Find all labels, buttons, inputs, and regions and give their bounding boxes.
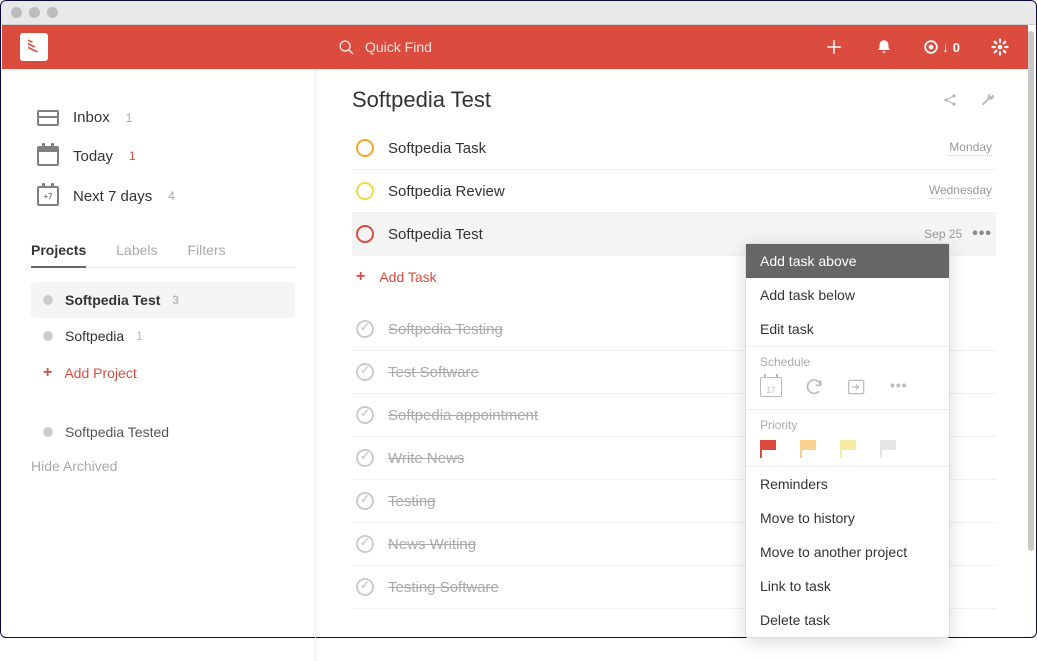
priority-1-flag[interactable]	[760, 440, 778, 454]
project-list: Softpedia Test 3 Softpedia 1 + Add Proje…	[31, 282, 295, 392]
task-checkbox[interactable]	[356, 182, 374, 200]
menu-move-project[interactable]: Move to another project	[746, 535, 949, 569]
calendar-7-icon: +7	[37, 186, 59, 206]
search-box[interactable]: Quick Find	[338, 39, 432, 56]
menu-delete-task[interactable]: Delete task	[746, 603, 949, 637]
task-checkbox[interactable]	[356, 535, 374, 553]
menu-schedule-label: Schedule	[746, 347, 949, 373]
task-row[interactable]: Softpedia Review Wednesday	[352, 170, 996, 213]
filter-label: Next 7 days	[73, 188, 152, 205]
gear-icon	[991, 38, 1009, 56]
task-checkbox[interactable]	[356, 225, 374, 243]
task-title[interactable]: Softpedia Task	[388, 140, 949, 157]
task-checkbox[interactable]	[356, 492, 374, 510]
inbox-icon	[37, 110, 59, 126]
window-minimize-dot[interactable]	[29, 7, 40, 18]
quick-add-button[interactable]	[824, 37, 844, 57]
scrollbar[interactable]	[1028, 31, 1034, 617]
menu-move-history[interactable]: Move to history	[746, 501, 949, 535]
filter-inbox[interactable]: Inbox 1	[31, 99, 295, 136]
filter-count: 1	[129, 149, 136, 163]
bell-icon	[875, 38, 893, 56]
project-settings-button[interactable]	[980, 92, 996, 108]
schedule-date-button[interactable]: 17	[760, 377, 782, 397]
project-item-softpedia[interactable]: Softpedia 1	[31, 318, 295, 354]
tab-labels[interactable]: Labels	[116, 234, 157, 267]
notifications-button[interactable]	[874, 37, 894, 57]
menu-edit-task[interactable]: Edit task	[746, 312, 949, 346]
filter-count: 4	[168, 189, 175, 203]
calendar-icon	[37, 146, 59, 166]
menu-priority-label: Priority	[746, 410, 949, 436]
share-button[interactable]	[942, 92, 958, 108]
window-close-dot[interactable]	[11, 7, 22, 18]
settings-button[interactable]	[990, 37, 1010, 57]
archived-project-label: Softpedia Tested	[65, 424, 169, 440]
task-title[interactable]: Softpedia Review	[388, 183, 929, 200]
search-icon	[338, 39, 355, 56]
schedule-more-button[interactable]: •••	[890, 377, 908, 397]
filter-label: Today	[73, 148, 113, 165]
app-logo[interactable]	[20, 33, 48, 61]
window-zoom-dot[interactable]	[47, 7, 58, 18]
filter-today[interactable]: Today 1	[31, 136, 295, 176]
task-checkbox[interactable]	[356, 406, 374, 424]
menu-link-task[interactable]: Link to task	[746, 569, 949, 603]
project-count: 1	[136, 329, 143, 343]
plus-icon	[825, 38, 843, 56]
plus-icon: +	[356, 268, 365, 286]
karma-indicator[interactable]: ↓ 0	[924, 40, 960, 55]
task-checkbox[interactable]	[356, 320, 374, 338]
add-task-label: Add Task	[379, 269, 436, 285]
task-context-menu: Add task above Add task below Edit task …	[745, 243, 950, 638]
tab-filters[interactable]: Filters	[188, 234, 226, 267]
plus-icon: +	[43, 364, 52, 382]
add-project-button[interactable]: + Add Project	[31, 354, 295, 392]
karma-value: 0	[953, 40, 960, 55]
project-count: 3	[172, 293, 179, 307]
project-item-softpedia-test[interactable]: Softpedia Test 3	[31, 282, 295, 318]
task-date[interactable]: Wednesday	[929, 183, 992, 199]
project-label: Softpedia	[65, 328, 124, 344]
task-row[interactable]: Softpedia Task Monday	[352, 127, 996, 170]
priority-2-flag[interactable]	[800, 440, 818, 454]
page-title: Softpedia Test	[352, 87, 491, 113]
wrench-icon	[980, 92, 996, 108]
topbar: Quick Find ↓ 0	[2, 25, 1028, 69]
project-color-dot	[43, 427, 53, 437]
menu-add-task-below[interactable]: Add task below	[746, 278, 949, 312]
menu-reminders[interactable]: Reminders	[746, 467, 949, 501]
filter-next7days[interactable]: +7 Next 7 days 4	[31, 176, 295, 216]
tab-projects[interactable]: Projects	[31, 234, 86, 268]
scrollbar-thumb[interactable]	[1028, 31, 1034, 551]
project-color-dot	[43, 331, 53, 341]
hide-archived-button[interactable]: Hide Archived	[31, 450, 295, 482]
task-date[interactable]: Sep 25	[924, 227, 962, 242]
task-checkbox[interactable]	[356, 363, 374, 381]
task-checkbox[interactable]	[356, 578, 374, 596]
task-checkbox[interactable]	[356, 139, 374, 157]
recurring-icon[interactable]	[804, 377, 824, 397]
task-date[interactable]: Monday	[949, 140, 992, 156]
sidebar-tabs: Projects Labels Filters	[31, 234, 295, 268]
task-title[interactable]: Softpedia Test	[388, 226, 924, 243]
task-more-button[interactable]: •••	[972, 225, 992, 243]
priority-3-flag[interactable]	[840, 440, 858, 454]
archived-project[interactable]: Softpedia Tested	[31, 420, 295, 444]
postpone-icon[interactable]	[846, 377, 868, 397]
task-checkbox[interactable]	[356, 449, 374, 467]
filter-count: 1	[126, 111, 133, 125]
menu-add-task-above[interactable]: Add task above	[746, 244, 949, 278]
window-titlebar	[1, 1, 1036, 25]
karma-icon	[924, 40, 938, 54]
arrow-down-icon: ↓	[942, 40, 949, 55]
sidebar: Inbox 1 Today 1 +7 Next 7 days 4 Project…	[1, 69, 316, 661]
project-color-dot	[43, 295, 53, 305]
add-project-label: Add Project	[64, 365, 136, 381]
priority-4-flag[interactable]	[880, 440, 898, 454]
filter-label: Inbox	[73, 109, 110, 126]
search-placeholder: Quick Find	[365, 39, 432, 55]
project-label: Softpedia Test	[65, 292, 160, 308]
share-icon	[942, 92, 958, 108]
